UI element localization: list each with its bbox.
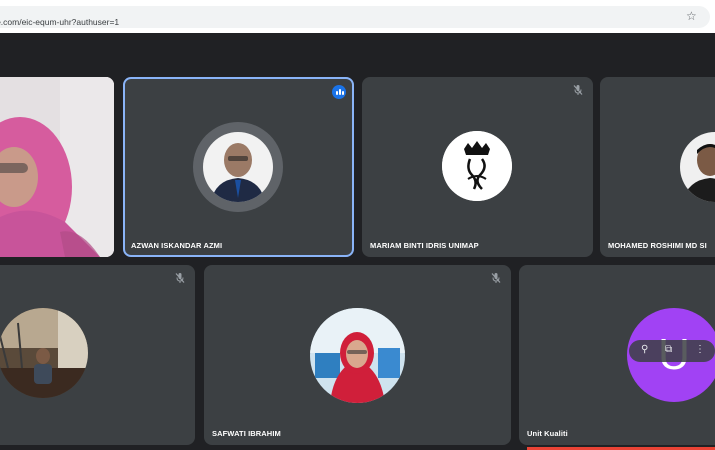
audio-bars-icon [332,85,346,99]
participant-tile-mariam[interactable]: MARIAM BINTI IDRIS UNIMAP [362,77,593,257]
participant-name: MARIAM BINTI IDRIS UNIMAP [370,241,479,250]
mic-off-icon [175,273,185,283]
participant-tile-group[interactable] [0,265,195,445]
avatar [310,308,405,403]
picture-in-picture-icon[interactable]: ⧉ [665,344,672,355]
logo-avatar [442,131,512,201]
meeting-grid: AZWAN ISKANDAR AZMI MARIAM BINTI IDRIS U… [0,33,715,450]
avatar [203,132,273,202]
participant-name: MOHAMED ROSHIMI MD SI [608,241,707,250]
url-text[interactable]: oogle.com/eic-equm-uhr?authuser=1 [0,17,119,27]
participant-name: Unit Kualiti [527,429,568,438]
participant-name: SAFWATI IBRAHIM [212,429,281,438]
tile-hover-controls: ⚲ ⧉ ⋮ [629,340,715,362]
omnibox[interactable]: oogle.com/eic-equm-uhr?authuser=1 [0,6,710,28]
participant-tile-mohamed[interactable]: MOHAMED ROSHIMI MD SI [600,77,715,257]
avatar [680,132,715,202]
star-icon[interactable]: ☆ [686,9,697,23]
avatar [0,308,88,398]
more-vert-icon[interactable]: ⋮ [695,344,705,355]
browser-address-bar: oogle.com/eic-equm-uhr?authuser=1 ☆ [0,0,715,33]
participant-tile-safwati[interactable]: SAFWATI IBRAHIM [204,265,511,445]
participant-tile-camera[interactable] [0,77,114,257]
mic-off-icon [573,85,583,95]
mic-off-icon [491,273,501,283]
participant-tile-azwan[interactable]: AZWAN ISKANDAR AZMI [123,77,354,257]
camera-video [0,77,114,257]
participant-name: AZWAN ISKANDAR AZMI [131,241,223,250]
pin-icon[interactable]: ⚲ [641,344,648,355]
